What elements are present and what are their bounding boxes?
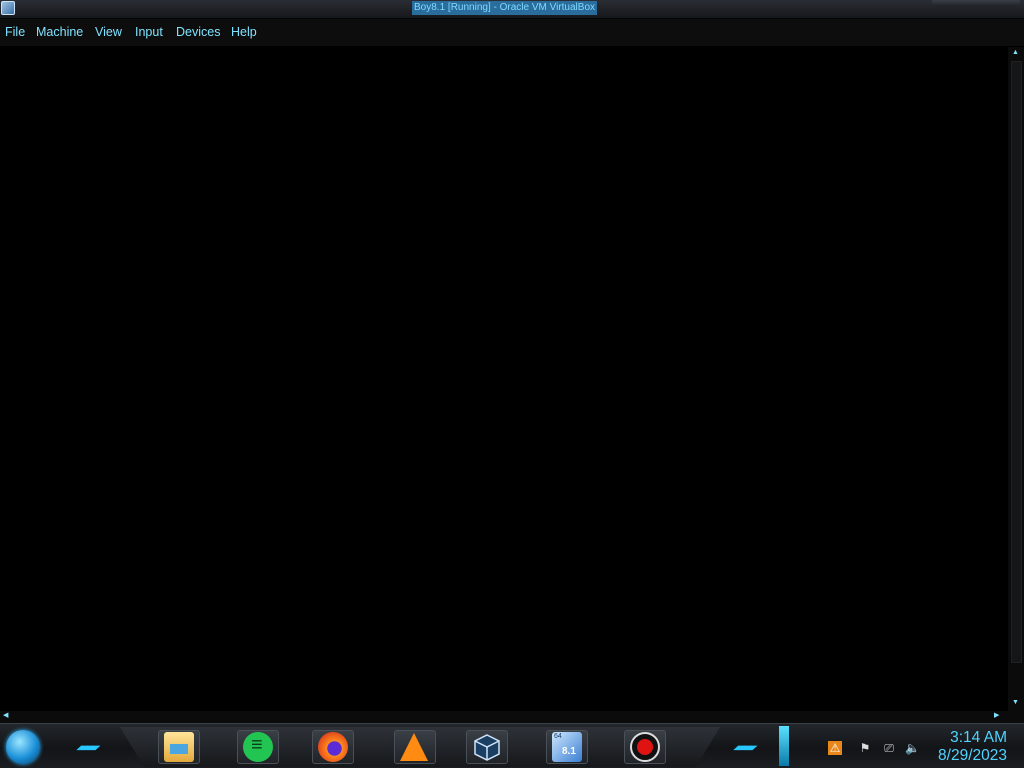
vm-version-label: 8.1: [562, 746, 576, 757]
menu-help[interactable]: Help: [231, 25, 257, 40]
vertical-scroll-thumb[interactable]: [1011, 61, 1022, 663]
window-title: Boy8.1 [Running] - Oracle VM VirtualBox: [412, 1, 598, 15]
menu-view[interactable]: View: [95, 25, 122, 40]
taskbar: ▰▰▰ 64 8.1 ▰▰▰ ⚠ ⚑ ⎚ 🔈 3:14 AM 8/29/2023: [0, 723, 1024, 768]
start-button[interactable]: [6, 730, 40, 764]
scroll-down-arrow-icon[interactable]: ▼: [1012, 699, 1019, 706]
vertical-scrollbar[interactable]: ▲ ▼: [1008, 47, 1024, 711]
file-explorer-icon[interactable]: [164, 732, 194, 762]
taskbar-decoration-left: ▰▰▰: [73, 740, 101, 754]
firefox-icon[interactable]: [318, 732, 348, 762]
window-controls[interactable]: [932, 0, 1020, 7]
volume-icon[interactable]: 🔈: [905, 741, 920, 755]
windows-8-1-vm-icon[interactable]: 64 8.1: [552, 732, 582, 762]
show-desktop-button[interactable]: [779, 726, 789, 766]
menu-file[interactable]: File: [5, 25, 25, 40]
horizontal-scrollbar[interactable]: ◀ ▶: [0, 711, 1008, 723]
vlc-icon[interactable]: [400, 733, 428, 761]
action-center-flag-icon[interactable]: ⚑: [858, 741, 872, 755]
java-update-icon[interactable]: ⚠: [828, 741, 842, 755]
window-title-bar[interactable]: Boy8.1 [Running] - Oracle VM VirtualBox: [0, 0, 1024, 19]
scrollbar-corner: [1008, 711, 1024, 723]
screen-recorder-icon[interactable]: [630, 732, 660, 762]
menu-bar: File Machine View Input Devices Help: [0, 19, 1024, 46]
scroll-up-arrow-icon[interactable]: ▲: [1012, 49, 1019, 56]
scroll-right-arrow-icon[interactable]: ▶: [994, 711, 999, 719]
clock-time: 3:14 AM: [950, 729, 1007, 746]
menu-machine[interactable]: Machine: [36, 25, 83, 40]
chat-app-icon[interactable]: [243, 732, 273, 762]
clock-date: 8/29/2023: [938, 747, 1007, 764]
virtualbox-icon[interactable]: [472, 732, 502, 762]
menu-devices[interactable]: Devices: [176, 25, 220, 40]
vm-display[interactable]: [0, 47, 1008, 711]
network-icon[interactable]: ⎚: [882, 741, 896, 755]
scroll-left-arrow-icon[interactable]: ◀: [3, 711, 8, 719]
menu-input[interactable]: Input: [135, 25, 163, 40]
clock[interactable]: 3:14 AM 8/29/2023: [938, 729, 1007, 765]
vm-badge: 64: [554, 733, 562, 740]
virtualbox-window-icon[interactable]: [1, 1, 15, 15]
taskbar-decoration-right: ▰▰▰: [730, 740, 758, 754]
